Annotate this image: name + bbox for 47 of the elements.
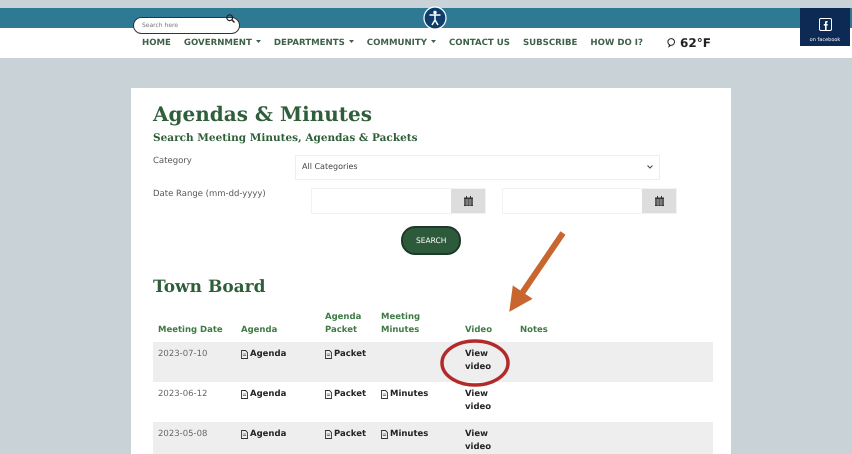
document-icon: [381, 390, 388, 399]
document-icon: [241, 430, 248, 439]
table-cell: 2023-05-08: [153, 422, 236, 454]
nav-link[interactable]: HOME: [142, 36, 171, 50]
column-header: Agenda: [236, 309, 320, 342]
calendar-icon: [464, 196, 472, 206]
table-cell: 2023-06-12: [153, 382, 236, 422]
video-link[interactable]: View video: [465, 388, 495, 414]
table-cell: 2023-07-10: [153, 342, 236, 382]
field-label: Category: [153, 154, 193, 168]
document-icon: [325, 430, 332, 439]
document-icon: [325, 390, 332, 399]
document-icon: [381, 430, 388, 439]
accessibility-icon[interactable]: [423, 6, 447, 30]
calendar-button[interactable]: [642, 188, 676, 213]
column-header: Meeting Date: [153, 309, 236, 342]
page-subtitle: Search Meeting Minutes, Agendas & Packets: [153, 132, 419, 145]
calendar-button[interactable]: [451, 188, 485, 213]
column-header: Notes: [515, 309, 713, 342]
facebook-icon: [818, 18, 832, 30]
nav-link[interactable]: HOW DO I?: [590, 36, 643, 50]
weather-widget: 62°F: [666, 34, 711, 52]
date-field[interactable]: [502, 188, 677, 214]
column-header: Agenda Packet: [320, 309, 376, 342]
nav-link[interactable]: GOVERNMENT: [184, 36, 261, 50]
document-icon: [241, 390, 248, 399]
document-link[interactable]: Minutes: [381, 388, 428, 402]
page-title: Agendas & Minutes: [153, 102, 373, 126]
document-icon: [325, 350, 332, 359]
annotation-circle: [440, 339, 510, 387]
column-header: Video: [460, 309, 515, 342]
nav-link[interactable]: DEPARTMENTS: [274, 36, 354, 50]
section-title: Town Board: [153, 276, 267, 298]
search-icon: [226, 14, 235, 22]
document-link[interactable]: Agenda: [241, 388, 286, 402]
calendar-icon: [654, 196, 664, 206]
document-link[interactable]: Agenda: [241, 348, 286, 362]
column-header: Meeting Minutes: [376, 309, 460, 342]
nav-link[interactable]: SUBSCRIBE: [522, 36, 578, 50]
nav-link[interactable]: COMMUNITY: [366, 36, 436, 50]
nav-link[interactable]: CONTACT US: [448, 36, 510, 50]
chevron-icon: [647, 165, 653, 170]
category-select[interactable]: All Categories: [295, 154, 660, 180]
field-label: Date Range (mm-dd-yyyy): [153, 188, 267, 201]
date-field[interactable]: [311, 188, 486, 214]
document-icon: [241, 350, 248, 359]
document-link[interactable]: Packet: [325, 388, 366, 402]
